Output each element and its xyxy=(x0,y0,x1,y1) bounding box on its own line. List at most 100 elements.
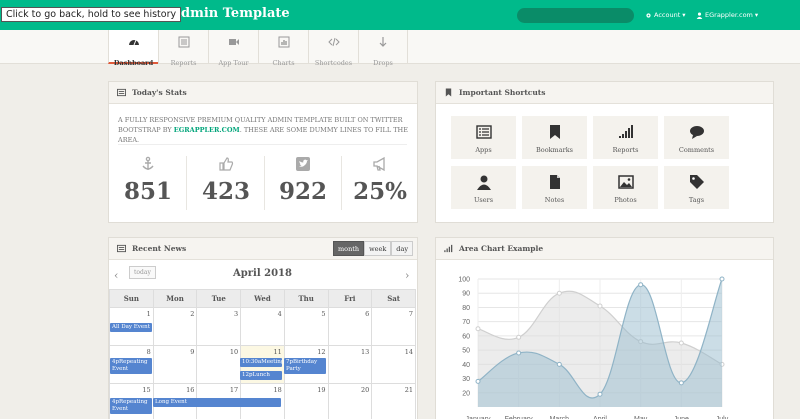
shortcut-comments[interactable]: Comments xyxy=(664,116,729,159)
stat-value: 851 xyxy=(123,178,172,205)
calendar-event[interactable]: Long Event xyxy=(153,398,281,407)
day-cell[interactable]: 6 xyxy=(327,307,373,346)
data-point xyxy=(556,290,562,296)
day-cell[interactable]: 20 xyxy=(327,383,373,419)
list-icon xyxy=(475,125,492,139)
nav-label: Shortcodes xyxy=(314,59,353,67)
stat-value: 423 xyxy=(201,178,250,205)
twitter-icon xyxy=(296,157,310,171)
data-point xyxy=(475,326,481,332)
calendar-event[interactable]: 4pRepeating Event xyxy=(110,358,152,374)
data-point xyxy=(475,378,481,384)
day-cell[interactable]: 2 xyxy=(152,307,198,346)
data-point xyxy=(678,340,684,346)
shortcut-label: Photos xyxy=(614,196,637,204)
day-cell[interactable]: 14 xyxy=(371,345,416,384)
stat-item: 851 xyxy=(109,156,187,205)
nav-shortcodes[interactable]: Shortcodes xyxy=(308,30,358,67)
nav-charts[interactable]: Charts xyxy=(258,30,308,67)
signal-icon xyxy=(618,125,633,138)
data-point xyxy=(516,350,522,356)
data-point xyxy=(638,282,644,288)
day-cell[interactable]: 21 xyxy=(371,383,416,419)
day-cell[interactable]: 9 xyxy=(152,345,198,384)
day-cell[interactable]: 4 xyxy=(240,307,285,346)
file-icon xyxy=(549,175,560,189)
y-tick-label: 90 xyxy=(462,291,470,298)
stat-item: 423 xyxy=(187,156,265,205)
intro-text: A fully responsive premium quality admin… xyxy=(118,115,408,145)
shortcut-tags[interactable]: Tags xyxy=(664,166,729,209)
shortcut-reports[interactable]: Reports xyxy=(593,116,658,159)
shortcut-label: Reports xyxy=(612,146,639,154)
day-cell[interactable]: 7 xyxy=(371,307,416,346)
divider xyxy=(118,144,407,145)
week-view-button[interactable]: week xyxy=(364,241,392,256)
egrappler-link[interactable]: EGrappler.com xyxy=(174,126,240,134)
y-tick-label: 40 xyxy=(462,362,470,369)
area-chart-panel: Area Chart Example 1009080706050403020Ja… xyxy=(435,237,774,419)
data-point xyxy=(678,380,684,386)
day-view-button[interactable]: day xyxy=(391,241,413,256)
day-cell[interactable]: 10 xyxy=(196,345,242,384)
panel-header: Today's Stats xyxy=(109,82,417,104)
day-cell[interactable]: 19 xyxy=(283,383,329,419)
weekday-header: Tue xyxy=(196,289,242,308)
search-input[interactable] xyxy=(517,8,634,23)
calendar-event[interactable]: All Day Event xyxy=(110,323,152,332)
user-icon xyxy=(476,175,491,190)
day-cell[interactable]: 13 xyxy=(327,345,373,384)
user-label: EGrappler.com xyxy=(705,11,753,19)
view-switcher: month week day xyxy=(333,241,413,256)
nav-reports[interactable]: Reports xyxy=(158,30,208,67)
weekday-header: Fri xyxy=(327,289,373,308)
calendar-event[interactable]: 4pRepeating Event xyxy=(110,398,152,414)
weekday-header: Thu xyxy=(283,289,329,308)
user-menu[interactable]: EGrappler.com ▾ xyxy=(696,11,758,19)
data-point xyxy=(597,391,603,397)
shortcuts-panel: Important Shortcuts Apps Bookmarks Repor… xyxy=(435,81,774,223)
next-month-button[interactable]: › xyxy=(405,269,409,282)
panel-title: Recent News xyxy=(132,244,187,253)
weekday-header: Sat xyxy=(371,289,416,308)
shortcut-label: Users xyxy=(473,196,494,204)
nav-dashboard[interactable]: Dashboard xyxy=(108,30,158,67)
data-point xyxy=(516,334,522,340)
y-tick-label: 70 xyxy=(462,319,470,326)
tag-icon xyxy=(689,175,704,189)
nav-drops[interactable]: Drops xyxy=(358,30,408,67)
calendar-event[interactable]: 7pBirthday Party xyxy=(284,358,326,374)
weekday-header: Sun xyxy=(109,289,154,308)
back-tooltip: Click to go back, hold to see history xyxy=(1,7,182,22)
bookmark-icon xyxy=(549,125,560,139)
day-cell[interactable]: 5 xyxy=(283,307,329,346)
y-tick-label: 20 xyxy=(462,390,470,397)
shortcut-notes[interactable]: Notes xyxy=(522,166,587,209)
calendar-title: April 2018 xyxy=(233,268,292,279)
day-cell[interactable]: 3 xyxy=(196,307,242,346)
stat-item: 922 xyxy=(264,156,342,205)
thumbs-up-icon xyxy=(219,157,234,171)
nav-label: Charts xyxy=(272,59,295,67)
calendar-event[interactable]: 10:30aMeeting xyxy=(240,358,284,367)
nav-app-tour[interactable]: App Tour xyxy=(208,30,258,67)
month-view-button[interactable]: month xyxy=(333,241,365,256)
y-tick-label: 60 xyxy=(462,333,470,340)
shortcut-photos[interactable]: Photos xyxy=(593,166,658,209)
data-point xyxy=(719,276,725,282)
calendar-event[interactable]: 12pLunch xyxy=(240,371,282,380)
panel-title: Area Chart Example xyxy=(459,244,544,253)
nav-label: Drops xyxy=(373,59,393,67)
comment-icon xyxy=(689,126,704,139)
panel-header: Area Chart Example xyxy=(436,238,773,260)
chevron-down-icon: ▾ xyxy=(682,11,686,19)
nav-label: Reports xyxy=(170,59,197,67)
weekday-header: Mon xyxy=(152,289,198,308)
account-menu[interactable]: Account ▾ xyxy=(645,11,686,19)
picture-icon xyxy=(617,175,634,189)
shortcut-label: Apps xyxy=(475,146,492,154)
chevron-down-icon: ▾ xyxy=(754,11,759,19)
shortcut-users[interactable]: Users xyxy=(451,166,516,209)
shortcut-bookmarks[interactable]: Bookmarks xyxy=(522,116,587,159)
shortcut-apps[interactable]: Apps xyxy=(451,116,516,159)
